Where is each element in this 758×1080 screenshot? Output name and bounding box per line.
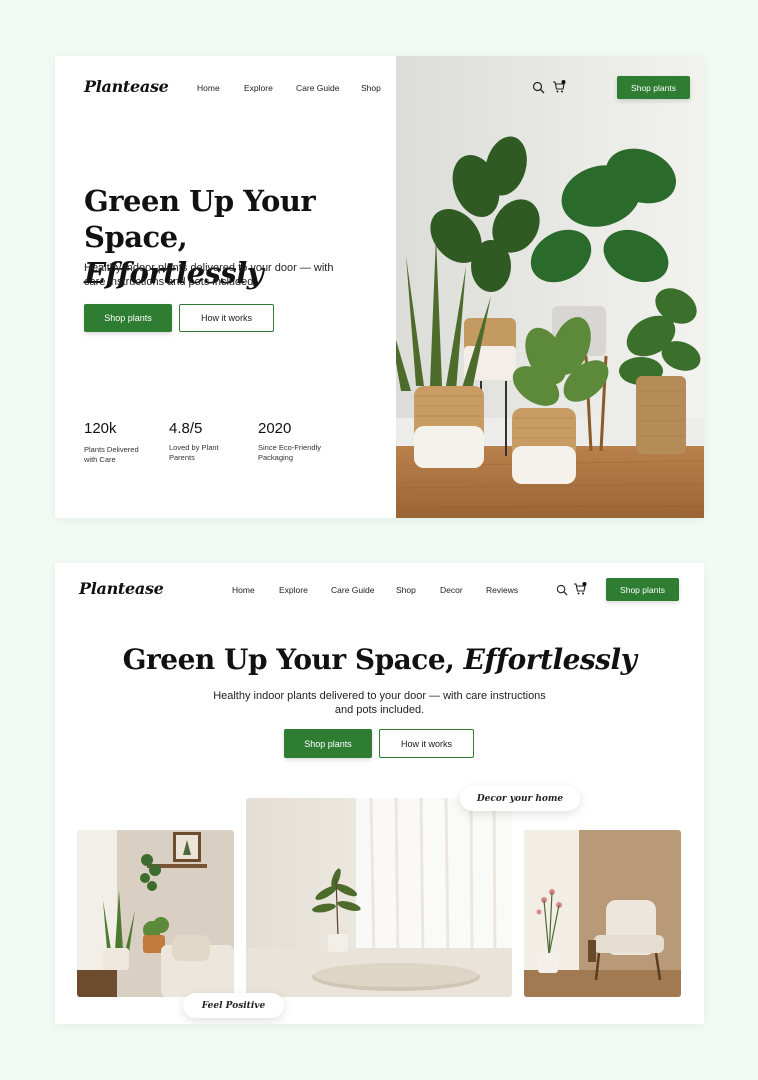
hero-subtitle-line2: and pots included. <box>334 703 425 716</box>
stat-value: 4.8/5 <box>169 420 203 437</box>
nav-home[interactable]: Home <box>197 83 220 93</box>
hero-subtitle-line1: Healthy indoor plants delivered to your … <box>213 690 546 702</box>
hero-plants-image <box>396 56 704 518</box>
search-icon[interactable] <box>532 81 546 95</box>
hero-subtitle: Healthy indoor plants delivered to your … <box>55 690 704 717</box>
header-shop-plants-button[interactable]: Shop plants <box>606 578 679 601</box>
gallery-image-living-room <box>77 830 234 997</box>
brand-logo[interactable]: Plantease <box>79 579 164 598</box>
cart-icon[interactable] <box>552 80 566 94</box>
nav-care-guide[interactable]: Care Guide <box>331 585 374 595</box>
hero-how-it-works-button[interactable]: How it works <box>179 304 274 332</box>
stat-label: Plants Delivered with Care <box>84 445 139 464</box>
hero-subtitle-line2: care instructions and pots included. <box>84 275 257 288</box>
brand-logo[interactable]: Plantease <box>84 77 169 96</box>
stat-label: Loved by Plant Parents <box>169 443 219 462</box>
nav-care-guide[interactable]: Care Guide <box>296 83 339 93</box>
nav-shop[interactable]: Shop <box>396 585 416 595</box>
nav-shop[interactable]: Shop <box>361 83 381 93</box>
cart-icon[interactable] <box>573 582 587 596</box>
hero-shop-plants-button[interactable]: Shop plants <box>84 304 172 332</box>
nav-explore[interactable]: Explore <box>279 585 308 595</box>
hero-title-part1: Green Up Your Space, <box>122 643 455 676</box>
stat-value: 120k <box>84 420 117 437</box>
nav-home[interactable]: Home <box>232 585 255 595</box>
landing-variant-split: Plantease Home Explore Care Guide Shop D… <box>55 56 704 518</box>
hero-title: Green Up Your Space, Effortlessly <box>55 643 704 677</box>
stat-label: Since Eco-Friendly Packaging <box>258 443 321 462</box>
gallery-image-armchair <box>524 830 681 997</box>
hero-shop-plants-button[interactable]: Shop plants <box>284 729 372 758</box>
hero-title-part1: Green Up Your Space, <box>84 184 316 254</box>
landing-variant-centered: Plantease Home Explore Care Guide Shop D… <box>55 563 704 1024</box>
gallery-image-curtain-room <box>246 798 512 997</box>
stat-value: 2020 <box>258 420 292 437</box>
hero-subtitle-line1: Healthy indoor plants delivered to your … <box>84 262 334 274</box>
nav-decor[interactable]: Decor <box>440 585 463 595</box>
search-icon[interactable] <box>556 583 570 597</box>
header-shop-plants-button[interactable]: Shop plants <box>617 76 690 99</box>
nav-reviews[interactable]: Reviews <box>486 585 518 595</box>
nav-explore[interactable]: Explore <box>244 83 273 93</box>
hero-title-part2: Effortlessly <box>463 643 637 676</box>
feel-positive-tag: Feel Positive <box>183 993 284 1018</box>
hero-subtitle: Healthy indoor plants delivered to your … <box>84 262 384 289</box>
hero-how-it-works-button[interactable]: How it works <box>379 729 474 758</box>
decor-your-home-tag: Decor your home <box>460 786 580 811</box>
